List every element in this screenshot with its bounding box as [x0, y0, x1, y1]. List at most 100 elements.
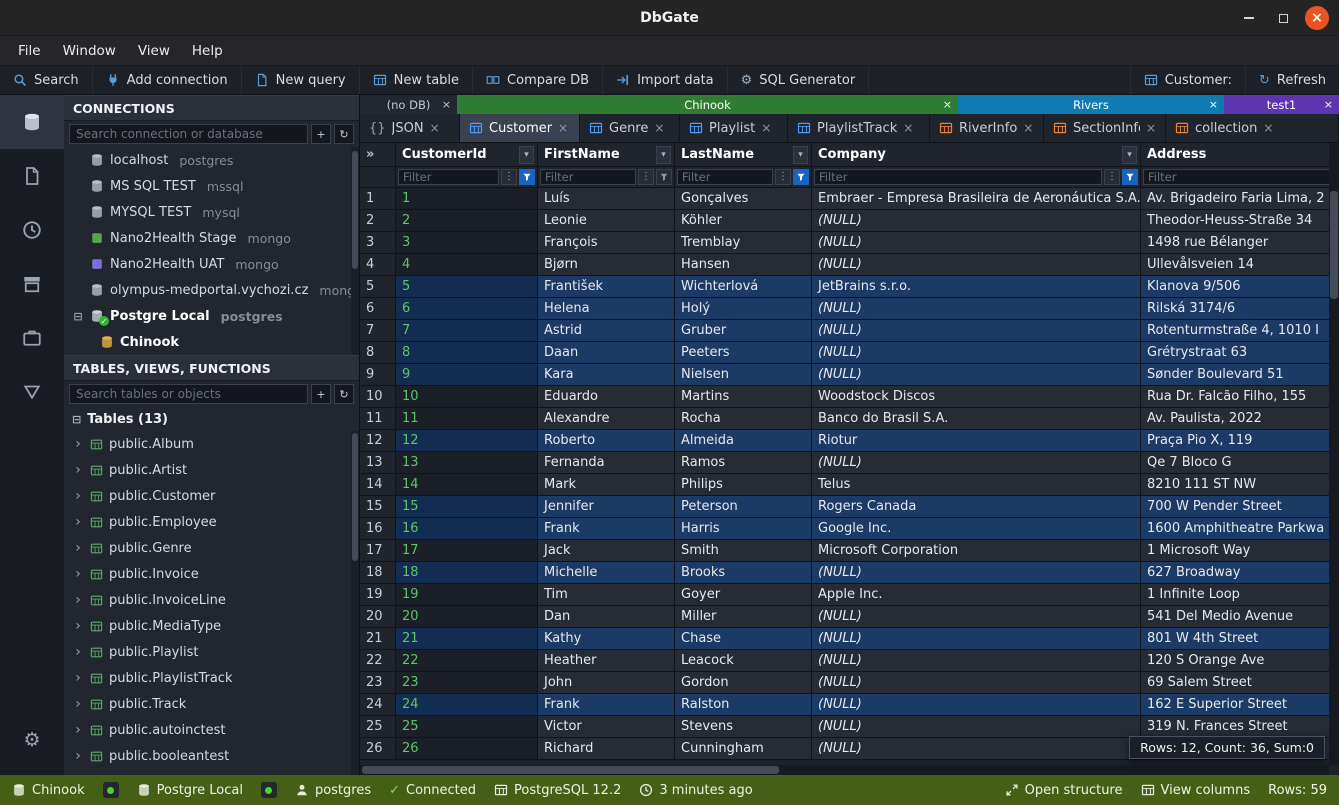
cell-address[interactable]: Sønder Boulevard 51	[1141, 364, 1339, 386]
cell-company[interactable]: (NULL)	[812, 738, 1141, 760]
table-public-playlist[interactable]: ›public.Playlist	[64, 639, 359, 665]
table-public-booleantest[interactable]: ›public.booleantest	[64, 743, 359, 769]
table-public-artist[interactable]: ›public.Artist	[64, 457, 359, 483]
toolbar-import-data[interactable]: Import data	[603, 66, 728, 94]
filter-input-firstname[interactable]	[540, 169, 636, 185]
connection-ms-sql-test[interactable]: MS SQL TESTmssql	[64, 173, 359, 199]
table-public-album[interactable]: ›public.Album	[64, 431, 359, 457]
cell-address[interactable]: 319 N. Frances Street	[1141, 716, 1339, 738]
tab-genre[interactable]: Genre×	[580, 114, 680, 142]
row-number[interactable]: 1	[360, 188, 396, 210]
cell-lastname[interactable]: Smith	[675, 540, 812, 562]
row-number[interactable]: 13	[360, 452, 396, 474]
cell-company[interactable]: (NULL)	[812, 650, 1141, 672]
cell-company[interactable]: Banco do Brasil S.A.	[812, 408, 1141, 430]
table-public-genre[interactable]: ›public.Genre	[64, 535, 359, 561]
cell-lastname[interactable]: Holý	[675, 298, 812, 320]
filter-menu-button[interactable]: ⋮	[775, 169, 791, 185]
cell-lastname[interactable]: Hansen	[675, 254, 812, 276]
rail-settings[interactable]: ⚙	[0, 713, 64, 767]
column-header-customerid[interactable]: CustomerId▾	[396, 143, 538, 167]
filter-funnel-button[interactable]	[1122, 169, 1138, 185]
cell-address[interactable]: 69 Salem Street	[1141, 672, 1339, 694]
table-public-playlisttrack[interactable]: ›public.PlaylistTrack	[64, 665, 359, 691]
chevron-right-icon[interactable]: ›	[72, 541, 84, 555]
tables-group-row[interactable]: ⊟Tables (13)	[64, 407, 359, 431]
filter-menu-button[interactable]: ⋮	[501, 169, 517, 185]
rail-files[interactable]	[0, 149, 64, 203]
connection-olympus-medportal-vychozi-cz[interactable]: olympus-medportal.vychozi.czmongo	[64, 277, 359, 303]
cell-customerid[interactable]: 10	[396, 386, 538, 408]
cell-customerid[interactable]: 26	[396, 738, 538, 760]
cell-lastname[interactable]: Chase	[675, 628, 812, 650]
column-dropdown-icon[interactable]: ▾	[793, 146, 808, 164]
cell-lastname[interactable]: Peeters	[675, 342, 812, 364]
cell-address[interactable]: 1 Infinite Loop	[1141, 584, 1339, 606]
cell-firstname[interactable]: Frank	[538, 694, 675, 716]
close-tab-icon[interactable]: ×	[1146, 122, 1156, 134]
row-number[interactable]: 23	[360, 672, 396, 694]
cell-company[interactable]: Rogers Canada	[812, 496, 1141, 518]
cell-address[interactable]: Rotenturmstraße 4, 1010 I	[1141, 320, 1339, 342]
row-number[interactable]: 7	[360, 320, 396, 342]
cell-firstname[interactable]: François	[538, 232, 675, 254]
cell-company[interactable]: Woodstock Discos	[812, 386, 1141, 408]
column-header-address[interactable]: Address	[1141, 143, 1339, 167]
rail-applications[interactable]	[0, 311, 64, 365]
cell-lastname[interactable]: Gruber	[675, 320, 812, 342]
cell-firstname[interactable]: František	[538, 276, 675, 298]
close-tab-icon[interactable]: ×	[761, 122, 771, 134]
filter-menu-button[interactable]: ⋮	[1104, 169, 1120, 185]
tab-customer[interactable]: Customer×	[460, 114, 580, 142]
cell-address[interactable]: Ullevålsveien 14	[1141, 254, 1339, 276]
filter-funnel-button[interactable]	[656, 169, 672, 185]
cell-firstname[interactable]: Helena	[538, 298, 675, 320]
connection-nano2health-stage[interactable]: Nano2Health Stagemongo	[64, 225, 359, 251]
cell-customerid[interactable]: 20	[396, 606, 538, 628]
close-tab-icon[interactable]: ×	[943, 99, 952, 110]
cell-company[interactable]: (NULL)	[812, 364, 1141, 386]
toolbar-search[interactable]: Search	[0, 66, 93, 94]
cell-firstname[interactable]: Victor	[538, 716, 675, 738]
cell-company[interactable]: Riotur	[812, 430, 1141, 452]
db-tab-test1[interactable]: test1×	[1224, 95, 1339, 114]
status-open-structure[interactable]: Open structure	[1005, 783, 1123, 798]
toolbar-sql-generator[interactable]: ⚙SQL Generator	[728, 66, 870, 94]
cell-address[interactable]: 1600 Amphitheatre Parkwa	[1141, 518, 1339, 540]
cell-customerid[interactable]: 17	[396, 540, 538, 562]
row-number[interactable]: 21	[360, 628, 396, 650]
chevron-right-icon[interactable]: ›	[72, 567, 84, 581]
cell-company[interactable]: Microsoft Corporation	[812, 540, 1141, 562]
cell-address[interactable]: Theodor-Heuss-Straße 34	[1141, 210, 1339, 232]
rail-archive[interactable]	[0, 257, 64, 311]
cell-firstname[interactable]: Michelle	[538, 562, 675, 584]
cell-address[interactable]: Rilská 3174/6	[1141, 298, 1339, 320]
cell-company[interactable]: Telus	[812, 474, 1141, 496]
tables-refresh-button[interactable]: ↻	[334, 384, 354, 404]
row-number[interactable]: 3	[360, 232, 396, 254]
chevron-right-icon[interactable]: ›	[72, 593, 84, 607]
status-postgresql-12-2[interactable]: PostgreSQL 12.2	[494, 783, 621, 798]
toolbar-add-connection[interactable]: Add connection	[93, 66, 242, 94]
cell-lastname[interactable]: Leacock	[675, 650, 812, 672]
cell-lastname[interactable]: Brooks	[675, 562, 812, 584]
tab-collection[interactable]: collection×	[1166, 114, 1339, 142]
close-tab-icon[interactable]: ×	[558, 122, 568, 134]
table-public-invoiceline[interactable]: ›public.InvoiceLine	[64, 587, 359, 613]
tables-add-button[interactable]: +	[311, 384, 331, 404]
chevron-right-icon[interactable]: ›	[72, 697, 84, 711]
close-tab-icon[interactable]: ×	[430, 122, 440, 134]
cell-company[interactable]: Google Inc.	[812, 518, 1141, 540]
cell-firstname[interactable]: Kathy	[538, 628, 675, 650]
close-button[interactable]: ×	[1305, 6, 1329, 30]
cell-firstname[interactable]: Eduardo	[538, 386, 675, 408]
column-dropdown-icon[interactable]: ▾	[656, 146, 671, 164]
cell-lastname[interactable]: Ramos	[675, 452, 812, 474]
toolbar-refresh[interactable]: ↻Refresh	[1245, 66, 1339, 94]
toolbar-compare-db[interactable]: Compare DB	[473, 66, 603, 94]
cell-lastname[interactable]: Goyer	[675, 584, 812, 606]
tab-playlist[interactable]: Playlist×	[680, 114, 788, 142]
connections-search-input[interactable]	[69, 124, 308, 144]
cell-lastname[interactable]: Ralston	[675, 694, 812, 716]
cell-lastname[interactable]: Stevens	[675, 716, 812, 738]
